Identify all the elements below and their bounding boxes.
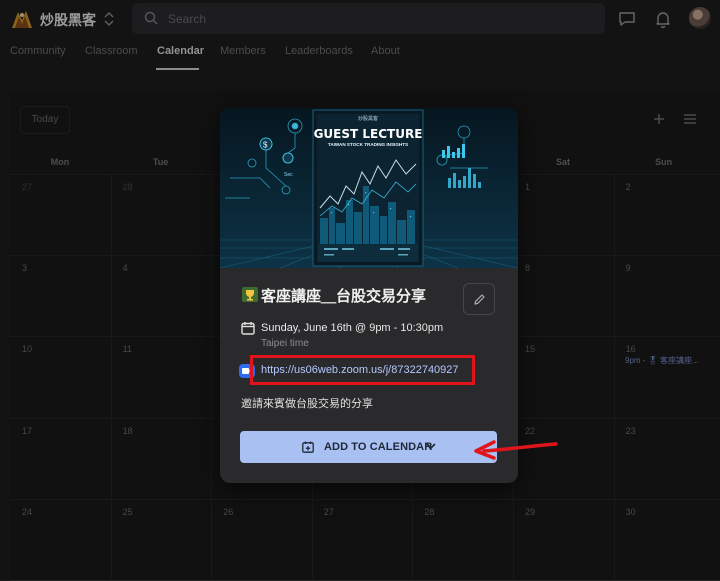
calendar-plus-icon: [302, 441, 314, 453]
meeting-link[interactable]: https://us06web.zoom.us/j/87322740927: [261, 364, 459, 376]
pencil-icon: [474, 294, 485, 305]
svg-text:Sec: Sec: [284, 172, 293, 178]
event-timezone: Taipei time: [261, 338, 309, 349]
event-description: 邀請來賓做台股交易的分享: [241, 398, 373, 410]
calendar-icon: [241, 322, 255, 335]
chevron-down-icon[interactable]: [426, 443, 436, 450]
event-banner: $ Sec 炒股黑客 GUEST LECTURE TAIWAN STOCK TR…: [220, 108, 518, 268]
event-banner-art: $ Sec 炒股黑客 GUEST LECTURE TAIWAN STOCK TR…: [220, 108, 518, 268]
event-title: 客座講座＿台股交易分享: [261, 288, 427, 305]
banner-subtitle: TAIWAN STOCK TRADING INSIGHTS: [328, 142, 408, 147]
add-to-calendar-label: ADD TO CALENDAR: [324, 441, 433, 453]
event-detail-modal: $ Sec 炒股黑客 GUEST LECTURE TAIWAN STOCK TR…: [220, 108, 518, 483]
svg-text:$: $: [263, 141, 268, 150]
trophy-icon: [242, 287, 258, 302]
add-to-calendar-button[interactable]: ADD TO CALENDAR: [240, 431, 497, 463]
banner-caption: 炒股黑客: [358, 115, 378, 122]
red-arrow-annotation: [474, 440, 558, 460]
event-datetime: Sunday, June 16th @ 9pm - 10:30pm: [261, 322, 444, 334]
banner-title: GUEST LECTURE: [314, 127, 423, 141]
edit-event-button[interactable]: [463, 283, 495, 315]
